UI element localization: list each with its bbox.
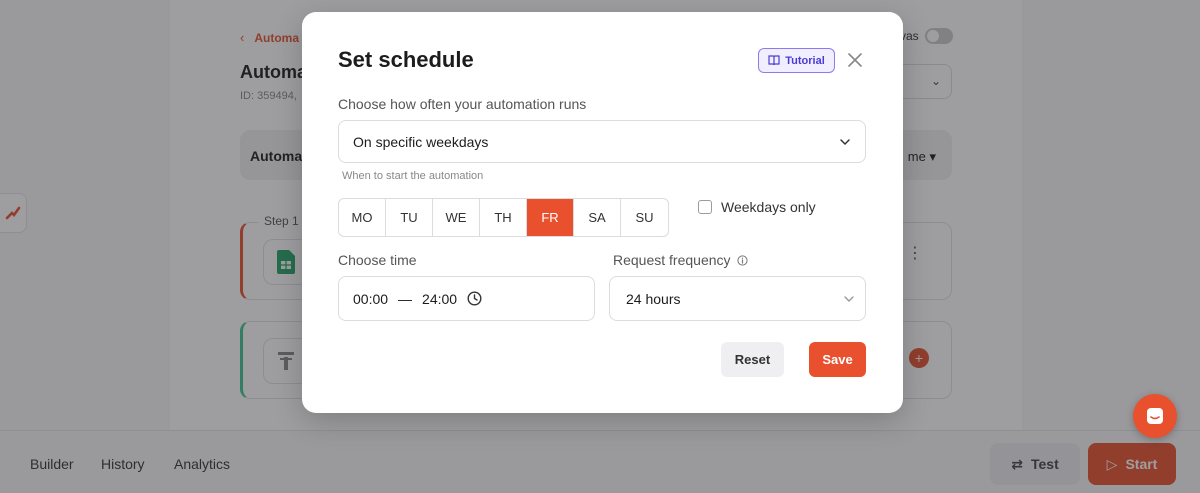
chevron-down-icon	[840, 138, 850, 145]
time-to[interactable]: 24:00	[422, 291, 457, 307]
tutorial-button[interactable]: Tutorial	[758, 48, 835, 73]
day-fr[interactable]: FR	[527, 199, 574, 236]
modal-title: Set schedule	[338, 47, 474, 72]
weekdays-only-option[interactable]: Weekdays only	[698, 199, 816, 215]
time-separator: —	[398, 290, 413, 307]
tutorial-label: Tutorial	[785, 54, 825, 67]
frequency-label: Choose how often your automation runs	[338, 96, 587, 112]
time-from[interactable]: 00:00	[353, 291, 388, 307]
schedule-modal: Set schedule Tutorial Choose how often y…	[302, 12, 903, 413]
frequency-select[interactable]: On specific weekdays	[338, 120, 866, 163]
time-range-input[interactable]: 00:00 — 24:00	[338, 276, 595, 321]
request-frequency-value: 24 hours	[626, 290, 681, 307]
chat-icon	[1147, 408, 1163, 424]
save-button[interactable]: Save	[809, 342, 866, 377]
start-hint: When to start the automation	[342, 170, 484, 182]
day-sa[interactable]: SA	[574, 199, 621, 236]
chevron-down-icon	[844, 295, 854, 302]
day-tu[interactable]: TU	[386, 199, 433, 236]
day-su[interactable]: SU	[621, 199, 668, 236]
time-label: Choose time	[338, 252, 417, 268]
request-frequency-text: Request frequency	[613, 252, 731, 268]
weekday-selector: MO TU WE TH FR SA SU	[338, 198, 669, 237]
day-we[interactable]: WE	[433, 199, 480, 236]
request-frequency-select[interactable]: 24 hours	[609, 276, 866, 321]
close-button[interactable]	[845, 50, 865, 70]
request-frequency-label: Request frequency	[613, 252, 748, 268]
info-icon[interactable]	[736, 254, 748, 266]
weekdays-only-checkbox[interactable]	[698, 200, 712, 214]
clock-icon	[467, 291, 482, 306]
day-mo[interactable]: MO	[339, 199, 386, 236]
reset-button[interactable]: Reset	[721, 342, 784, 377]
weekdays-only-label: Weekdays only	[721, 199, 816, 215]
close-icon	[848, 53, 862, 67]
frequency-value: On specific weekdays	[353, 133, 489, 150]
day-th[interactable]: TH	[480, 199, 527, 236]
book-icon	[768, 55, 780, 66]
chat-button[interactable]	[1133, 394, 1177, 438]
